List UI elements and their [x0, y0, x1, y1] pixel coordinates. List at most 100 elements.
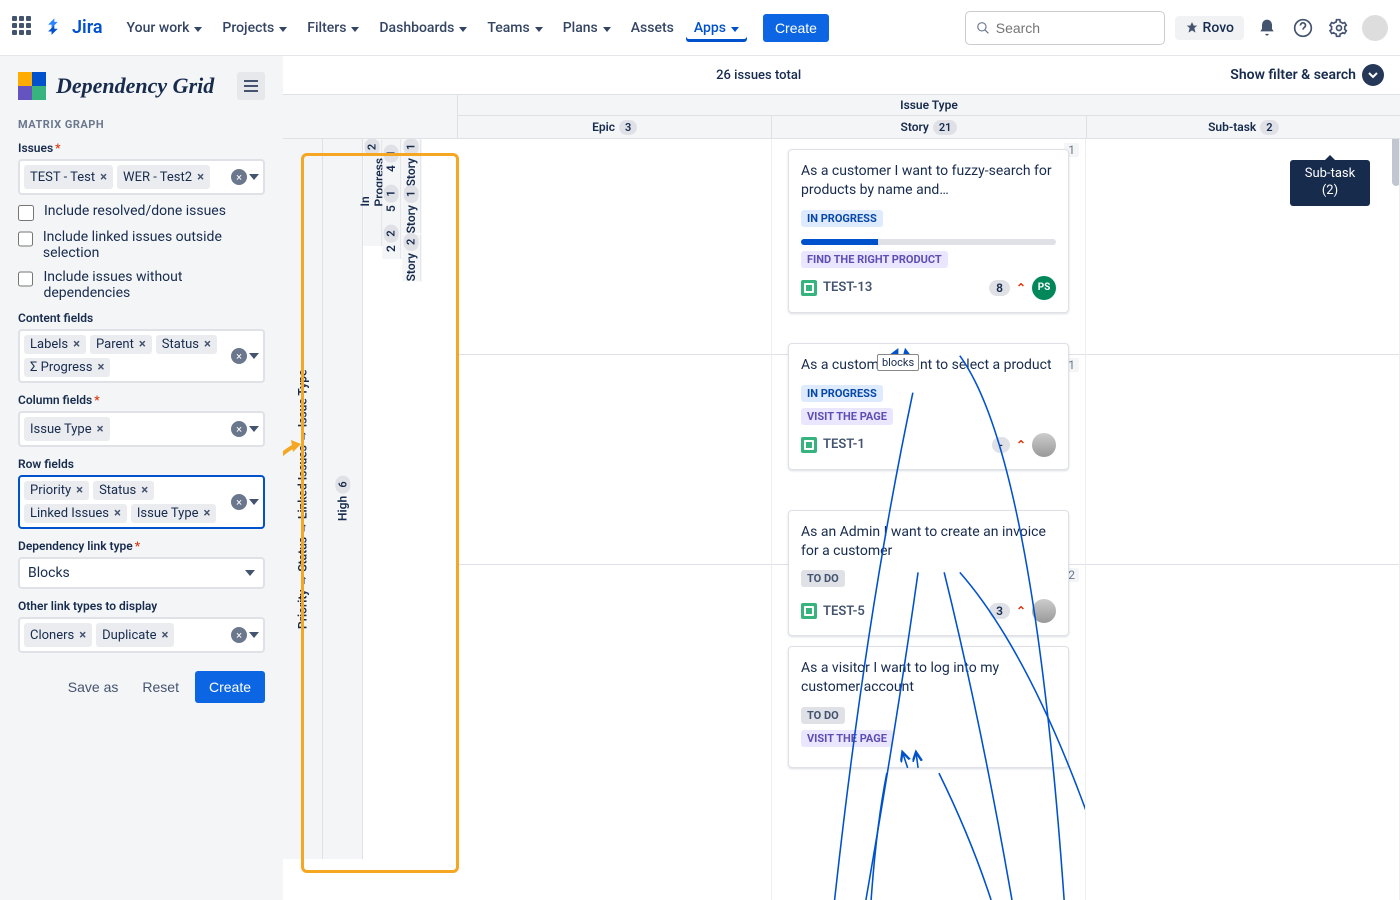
remove-tag-icon[interactable]: ×	[74, 483, 85, 498]
row-type[interactable]: Story2	[402, 234, 421, 281]
top-nav: Jira Your work Projects Filters Dashboar…	[0, 0, 1400, 56]
remove-tag-icon[interactable]: ×	[95, 360, 106, 375]
nav-apps[interactable]: Apps	[686, 14, 747, 42]
issue-card[interactable]: As a visitor I want to log into my custo…	[788, 646, 1069, 768]
remove-tag-icon[interactable]: ×	[202, 506, 213, 521]
content-tag[interactable]: Labels×	[24, 335, 86, 354]
issue-key[interactable]: TEST-13	[823, 280, 872, 295]
row-type[interactable]: Story1	[402, 186, 421, 233]
remove-tag-icon[interactable]: ×	[137, 337, 148, 352]
nav-plans[interactable]: Plans	[555, 14, 619, 42]
sidebar-create-button[interactable]: Create	[195, 671, 265, 703]
reset-button[interactable]: Reset	[134, 673, 187, 701]
issue-key[interactable]: TEST-1	[823, 437, 865, 452]
chevron-down-icon[interactable]	[249, 353, 259, 359]
col-header-subtask[interactable]: Sub-task2	[1087, 116, 1400, 138]
tooltip: Sub-task (2)	[1290, 160, 1370, 206]
rovo-icon	[1185, 21, 1199, 35]
row-status[interactable]: In Progress2	[363, 139, 382, 206]
story-icon	[801, 603, 817, 619]
rovo-button[interactable]: Rovo	[1175, 16, 1244, 40]
row-field[interactable]: Priority× Status× Linked Issues× Issue T…	[18, 475, 265, 529]
clear-icon[interactable]: ×	[231, 627, 247, 643]
nav-projects[interactable]: Projects	[214, 14, 295, 42]
issue-card[interactable]: As a customer I want to fuzzy-search for…	[788, 149, 1069, 313]
chevron-down-icon[interactable]	[249, 426, 259, 432]
issues-tag[interactable]: TEST - Test×	[24, 165, 113, 189]
content-tag[interactable]: Parent×	[90, 335, 152, 354]
chevron-down-icon[interactable]	[249, 499, 259, 505]
content-tag[interactable]: Status×	[156, 335, 217, 354]
issue-card[interactable]: As an Admin I want to create an invoice …	[788, 510, 1069, 637]
nav-teams[interactable]: Teams	[479, 14, 550, 42]
profile-avatar[interactable]	[1362, 15, 1388, 41]
clear-icon[interactable]: ×	[231, 494, 247, 510]
issue-card[interactable]: As a customer I want to select a product…	[788, 343, 1069, 470]
app-switcher-icon[interactable]	[12, 16, 36, 40]
remove-tag-icon[interactable]: ×	[139, 483, 150, 498]
remove-tag-icon[interactable]: ×	[71, 337, 82, 352]
grid-col-subtask	[1086, 139, 1400, 900]
search-input[interactable]	[965, 11, 1165, 45]
assignee-avatar[interactable]	[1032, 599, 1056, 623]
col-header-epic[interactable]: Epic3	[458, 116, 772, 138]
remove-tag-icon[interactable]: ×	[159, 628, 170, 643]
remove-tag-icon[interactable]: ×	[98, 170, 109, 185]
col-tag[interactable]: Issue Type×	[24, 417, 110, 441]
nav-assets[interactable]: Assets	[623, 14, 682, 42]
other-field[interactable]: Cloners× Duplicate× ×	[18, 617, 265, 653]
nav-filters[interactable]: Filters	[299, 14, 367, 42]
assignee-avatar[interactable]	[1032, 433, 1056, 457]
notifications-icon[interactable]	[1254, 15, 1280, 41]
issues-field[interactable]: TEST - Test× WER - Test2× ×	[18, 159, 265, 195]
issue-key[interactable]: TEST-5	[823, 604, 865, 619]
row-tag[interactable]: Status×	[93, 481, 154, 500]
jira-logo[interactable]: Jira	[44, 17, 103, 39]
remove-tag-icon[interactable]: ×	[95, 422, 106, 437]
settings-icon[interactable]	[1326, 15, 1352, 41]
save-as-button[interactable]: Save as	[60, 673, 127, 701]
issues-tag[interactable]: WER - Test2×	[117, 165, 210, 189]
other-tag[interactable]: Duplicate×	[96, 623, 174, 647]
chk-nodeps[interactable]: Include issues without dependencies	[18, 269, 265, 301]
help-icon[interactable]	[1290, 15, 1316, 41]
priority-icon: ⌃	[1016, 281, 1026, 295]
chevron-down-icon[interactable]	[249, 632, 259, 638]
col-label: Column fields	[18, 393, 265, 407]
row-linked[interactable]: 51	[382, 179, 401, 219]
remove-tag-icon[interactable]: ×	[195, 170, 206, 185]
row-status-2[interactable]	[363, 206, 382, 246]
chk-outside[interactable]: Include linked issues outside selection	[18, 229, 265, 261]
row-tag[interactable]: Issue Type×	[131, 504, 217, 523]
create-button[interactable]: Create	[763, 14, 829, 42]
col-header-story[interactable]: Story21	[772, 116, 1086, 138]
row-type[interactable]: Story1	[402, 139, 421, 186]
chevron-down-icon[interactable]	[249, 174, 259, 180]
epic-label: FIND THE RIGHT PRODUCT	[801, 251, 948, 268]
filter-toggle[interactable]: Show filter & search	[1230, 64, 1384, 86]
nav-dashboards[interactable]: Dashboards	[371, 14, 475, 42]
clear-icon[interactable]: ×	[231, 169, 247, 185]
assignee-avatar[interactable]: PS	[1032, 276, 1056, 300]
other-tag[interactable]: Cloners×	[24, 623, 92, 647]
row-linked[interactable]: 22	[382, 219, 401, 259]
chk-resolved[interactable]: Include resolved/done issues	[18, 203, 265, 221]
sidebar-menu-icon[interactable]	[237, 72, 265, 100]
row-linked[interactable]: 41	[382, 139, 401, 179]
content-tag[interactable]: Σ Progress×	[24, 358, 110, 377]
remove-tag-icon[interactable]: ×	[112, 506, 123, 521]
row-headers: Priority → Status → Linked Issues → Issu…	[283, 139, 458, 900]
grid-area: 26 issues total Show filter & search Iss…	[283, 56, 1400, 900]
story-points: 8	[989, 280, 1010, 296]
remove-tag-icon[interactable]: ×	[77, 628, 88, 643]
dep-select[interactable]: Blocks	[18, 557, 265, 589]
row-priority[interactable]: High6	[323, 139, 363, 859]
row-tag[interactable]: Priority×	[24, 481, 89, 500]
col-field[interactable]: Issue Type× ×	[18, 411, 265, 447]
clear-icon[interactable]: ×	[231, 348, 247, 364]
row-tag[interactable]: Linked Issues×	[24, 504, 127, 523]
content-field[interactable]: Labels× Parent× Status× Σ Progress× ×	[18, 329, 265, 383]
clear-icon[interactable]: ×	[231, 421, 247, 437]
remove-tag-icon[interactable]: ×	[202, 337, 213, 352]
nav-your-work[interactable]: Your work	[119, 14, 211, 42]
